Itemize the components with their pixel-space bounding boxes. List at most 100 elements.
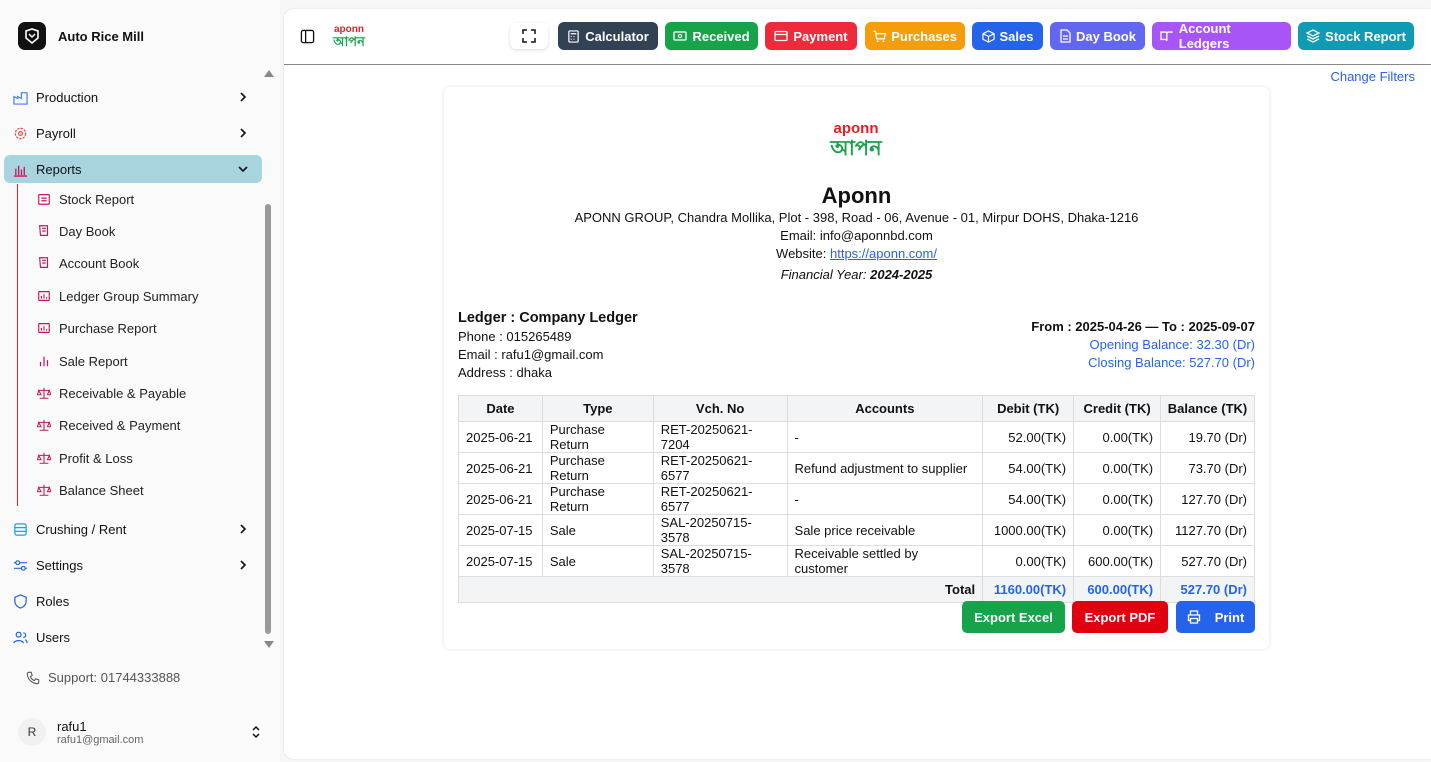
- table-row: 2025-06-21 Purchase Return RET-20250621-…: [458, 483, 1255, 515]
- fullscreen-button[interactable]: [510, 23, 548, 49]
- cell-debit: 1000.00(TK): [982, 514, 1075, 546]
- sidebar-sub-ledger-group-summary[interactable]: Ledger Group Summary: [36, 284, 256, 308]
- sidebar-item-users[interactable]: Users: [4, 623, 262, 651]
- cell-balance: 127.70 (Dr): [1160, 483, 1255, 515]
- account-ledgers-button[interactable]: Account Ledgers: [1152, 21, 1291, 51]
- column-header: Accounts: [786, 395, 984, 422]
- support-text: Support: 01744333888: [48, 670, 181, 685]
- sub-label: Received & Payment: [59, 417, 181, 433]
- purchases-button[interactable]: Purchases: [865, 22, 965, 50]
- database-icon: [12, 521, 28, 537]
- ledger-email: Email : rafu1@gmail.com: [458, 347, 604, 362]
- sidebar-sub-received-payment[interactable]: Received & Payment: [36, 413, 256, 437]
- button-label: Purchases: [891, 28, 957, 44]
- printer-icon: [1187, 610, 1200, 624]
- bar-chart-icon: [36, 354, 51, 369]
- sidebar-item-crushing-rent[interactable]: Crushing / Rent: [4, 515, 262, 543]
- scroll-up-arrow-icon[interactable]: [264, 70, 274, 77]
- sidebar-item-payroll[interactable]: Payroll: [4, 119, 262, 147]
- sub-label: Purchase Report: [59, 320, 157, 336]
- submenu-divider: [17, 184, 18, 506]
- sidebar-sub-account-book[interactable]: Account Book: [36, 251, 256, 275]
- column-header: Debit (TK): [982, 395, 1075, 422]
- export-pdf-button[interactable]: Export PDF: [1072, 601, 1168, 633]
- email-label: Email:: [780, 228, 817, 243]
- cell-type: Purchase Return: [541, 452, 654, 484]
- stock-report-button[interactable]: Stock Report: [1298, 22, 1414, 50]
- sidebar-item-reports[interactable]: Reports: [4, 155, 262, 183]
- document-icon: [1060, 29, 1071, 43]
- sidebar-item-roles[interactable]: Roles: [4, 587, 262, 615]
- cell-date: 2025-07-15: [458, 514, 543, 546]
- support-contact[interactable]: Support: 01744333888: [26, 670, 180, 685]
- total-label: Total: [457, 576, 984, 603]
- day-book-button[interactable]: Day Book: [1050, 22, 1145, 50]
- sidebar-toggle-icon[interactable]: [300, 29, 315, 44]
- chevron-right-icon: [240, 128, 247, 138]
- ledger-phone: Phone : 015265489: [458, 329, 572, 344]
- chevron-up-down-icon[interactable]: [250, 724, 262, 740]
- cell-credit: 600.00(TK): [1073, 545, 1162, 577]
- table-row: 2025-06-21 Purchase Return RET-20250621-…: [458, 452, 1255, 484]
- ledger-info: Ledger : Company Ledger Phone : 01526548…: [458, 309, 638, 382]
- expand-icon: [522, 29, 536, 43]
- user-name: rafu1: [57, 718, 87, 734]
- button-label: Account Ledgers: [1178, 21, 1231, 51]
- company-website: Website: https://aponn.com/: [444, 246, 1269, 261]
- phone-icon: [26, 671, 40, 684]
- top-bar: aponn আপন Calculator Received Payment Pu…: [284, 9, 1431, 65]
- sidebar-sub-day-book[interactable]: Day Book: [36, 219, 256, 243]
- sidebar-item-production[interactable]: Production: [4, 83, 262, 111]
- scale-icon: [36, 418, 51, 433]
- chevron-down-icon: [238, 166, 248, 173]
- calculator-button[interactable]: Calculator: [558, 22, 658, 50]
- company-name: Aponn: [821, 183, 892, 208]
- ledger-title: Ledger : Company Ledger: [458, 310, 638, 326]
- scroll-icon: [36, 256, 51, 271]
- sidebar-sub-stock-report[interactable]: Stock Report: [36, 187, 256, 211]
- sidebar-sub-balance-sheet[interactable]: Balance Sheet: [36, 478, 256, 502]
- print-button[interactable]: Print: [1176, 601, 1255, 633]
- financial-year: Financial Year: 2024-2025: [444, 267, 1269, 282]
- received-button[interactable]: Received: [665, 22, 758, 50]
- payment-button[interactable]: Payment: [765, 22, 857, 50]
- sidebar-sub-receivable-payable[interactable]: Receivable & Payable: [36, 381, 256, 405]
- chart-box-icon: [36, 289, 51, 304]
- sidebar-item-label: Users: [36, 629, 70, 645]
- email-value: info@aponnbd.com: [819, 228, 933, 243]
- brand[interactable]: Auto Rice Mill: [18, 22, 144, 50]
- user-menu[interactable]: R rafu1 rafu1@gmail.com: [18, 716, 268, 748]
- chevron-right-icon: [240, 560, 247, 570]
- total-balance: 527.70 (Dr): [1160, 576, 1255, 603]
- avatar: R: [18, 718, 46, 746]
- shopping-cart-icon: [873, 30, 887, 42]
- sidebar-sub-profit-loss[interactable]: Profit & Loss: [36, 446, 256, 470]
- sub-label: Ledger Group Summary: [59, 288, 199, 304]
- cell-type: Purchase Return: [541, 483, 654, 515]
- sales-button[interactable]: Sales: [972, 22, 1043, 50]
- sidebar-item-settings[interactable]: Settings: [4, 551, 262, 579]
- sidebar-sub-purchase-report[interactable]: Purchase Report: [36, 316, 256, 340]
- fy-value: 2024-2025: [870, 267, 933, 282]
- table-row: 2025-07-15 Sale SAL-20250715-3578 Sale p…: [458, 514, 1255, 546]
- scroll-down-arrow-icon[interactable]: [264, 641, 274, 648]
- cell-balance: 1127.70 (Dr): [1160, 514, 1255, 546]
- scroll-thumb[interactable]: [265, 204, 271, 634]
- change-filters-link[interactable]: Change Filters: [1330, 69, 1415, 84]
- chevron-right-icon: [240, 92, 247, 102]
- scale-icon: [36, 451, 51, 466]
- sub-label: Profit & Loss: [59, 450, 133, 466]
- sidebar-item-label: Settings: [36, 557, 83, 573]
- website-label: Website:: [776, 246, 827, 261]
- cell-accounts: -: [786, 483, 984, 515]
- sidebar-scrollbar[interactable]: [263, 66, 274, 650]
- svg-text:aponn: aponn: [334, 24, 364, 35]
- sidebar-sub-sale-report[interactable]: Sale Report: [36, 349, 256, 373]
- cell-debit: 54.00(TK): [982, 483, 1075, 515]
- export-excel-button[interactable]: Export Excel: [962, 601, 1065, 633]
- sub-label: Receivable & Payable: [59, 385, 187, 401]
- table-header-row: Date Type Vch. No Accounts Debit (TK) Cr…: [458, 395, 1255, 422]
- website-link[interactable]: https://aponn.com/: [830, 246, 937, 261]
- sidebar-item-label: Production: [36, 89, 99, 105]
- ledger-balances: From : 2025-04-26 — To : 2025-09-07 Open…: [1031, 318, 1255, 372]
